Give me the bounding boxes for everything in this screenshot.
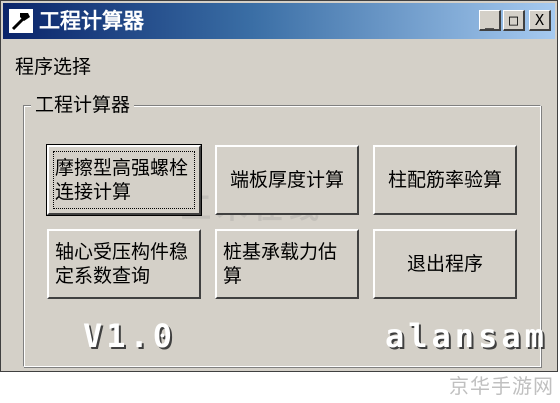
axial-member-label: 轴心受压构件稳定系数查询 [55, 241, 189, 287]
menu-bar: 程序选择 [7, 53, 99, 81]
pile-capacity-label: 桩基承载力估算 [223, 241, 338, 287]
end-plate-button[interactable]: 端板厚度计算 [215, 145, 359, 215]
window-title: 工程计算器 [39, 9, 144, 33]
close-button[interactable]: X [529, 10, 551, 31]
exit-button[interactable]: 退出程序 [373, 229, 517, 299]
exit-label: 退出程序 [406, 253, 483, 275]
menu-program-select[interactable]: 程序选择 [7, 56, 99, 78]
main-window: 工程计算器 _ □ X 程序选择 工程计算器 工木在线 摩擦型高强螺栓连接计算 … [0, 0, 558, 372]
axial-member-button[interactable]: 轴心受压构件稳定系数查询 [47, 229, 201, 299]
friction-bolt-button[interactable]: 摩擦型高强螺栓连接计算 [46, 144, 202, 216]
author-label: alansam [385, 317, 548, 355]
minimize-button[interactable]: _ [479, 10, 501, 31]
site-watermark: 京华手游网 [449, 374, 554, 398]
maximize-button[interactable]: □ [503, 10, 525, 31]
hammer-icon [9, 9, 33, 33]
friction-bolt-label: 摩擦型高强螺栓连接计算 [55, 157, 189, 203]
title-bar[interactable]: 工程计算器 _ □ X [3, 3, 555, 39]
end-plate-label: 端板厚度计算 [229, 169, 344, 191]
column-rebar-button[interactable]: 柱配筋率验算 [373, 145, 517, 215]
column-rebar-label: 柱配筋率验算 [387, 169, 502, 191]
pile-capacity-button[interactable]: 桩基承载力估算 [215, 229, 359, 299]
group-label: 工程计算器 [31, 93, 135, 117]
version-label: V1.0 [83, 317, 177, 355]
